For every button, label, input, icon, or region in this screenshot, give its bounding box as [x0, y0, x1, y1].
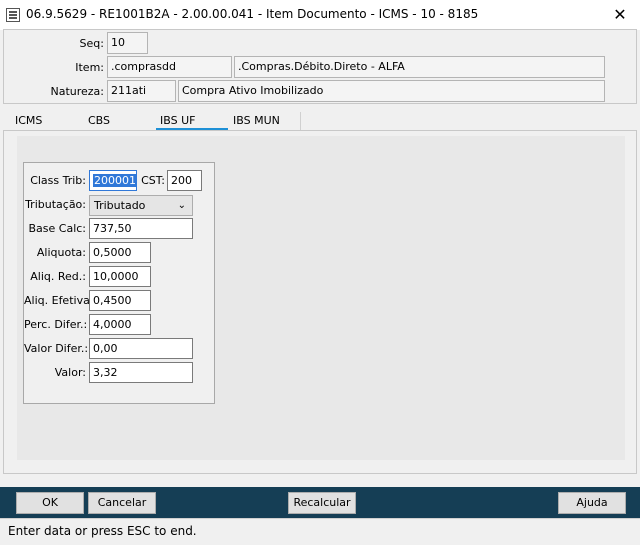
valor-difer-label: Valor Difer.: [24, 342, 89, 355]
aliq-red-label: Aliq. Red.: [30, 270, 86, 283]
help-button[interactable]: Ajuda [558, 492, 626, 514]
cst-input[interactable]: 200 [167, 170, 202, 191]
aliquota-input[interactable]: 0,5000 [89, 242, 151, 263]
aliquota-label: Aliquota: [36, 246, 86, 259]
base-calc-input[interactable]: 737,50 [89, 218, 193, 239]
natureza-code-field[interactable]: 211ati [107, 80, 176, 102]
valor-input[interactable]: 3,32 [89, 362, 193, 383]
chevron-down-icon: ⌄ [177, 200, 186, 211]
aliq-efetiva-label: Aliq. Efetiva: [24, 294, 94, 307]
perc-difer-label: Perc. Difer.: [24, 318, 88, 331]
aliq-red-input[interactable]: 10,0000 [89, 266, 151, 287]
class-trib-label: Class Trib: [30, 174, 86, 187]
valor-difer-input[interactable]: 0,00 [89, 338, 193, 359]
seq-field[interactable]: 10 [107, 32, 148, 54]
item-code-field[interactable]: .comprasdd [107, 56, 232, 78]
tab-separator [300, 112, 301, 130]
ok-button[interactable]: OK [16, 492, 84, 514]
base-calc-label: Base Calc: [28, 222, 86, 235]
item-description-field: .Compras.Débito.Direto - ALFA [234, 56, 605, 78]
recalculate-button[interactable]: Recalcular [288, 492, 356, 514]
aliq-efetiva-input[interactable]: 0,4500 [89, 290, 151, 311]
tributacao-select[interactable]: Tributado ⌄ [89, 195, 193, 216]
valor-label: Valor: [54, 366, 86, 379]
class-trib-input[interactable]: 200001 [89, 170, 137, 191]
tributacao-label: Tributação: [25, 198, 86, 211]
app-icon [6, 8, 20, 22]
cst-label: CST: [141, 174, 165, 187]
item-label: Item: [75, 61, 104, 74]
tributacao-value: Tributado [94, 199, 146, 212]
status-text: Enter data or press ESC to end. [8, 524, 197, 538]
tab-cbs[interactable]: CBS [88, 114, 110, 130]
perc-difer-input[interactable]: 4,0000 [89, 314, 151, 335]
tab-ibs-mun[interactable]: IBS MUN [233, 114, 280, 130]
natureza-description-field: Compra Ativo Imobilizado [178, 80, 605, 102]
window-title: 06.9.5629 - RE1001B2A - 2.00.00.041 - It… [26, 7, 479, 21]
tab-icms[interactable]: ICMS [15, 114, 42, 130]
class-trib-value: 200001 [93, 174, 136, 187]
seq-label: Seq: [79, 37, 104, 50]
close-icon[interactable]: ✕ [600, 0, 640, 30]
cancel-button[interactable]: Cancelar [88, 492, 156, 514]
natureza-label: Natureza: [50, 85, 104, 98]
